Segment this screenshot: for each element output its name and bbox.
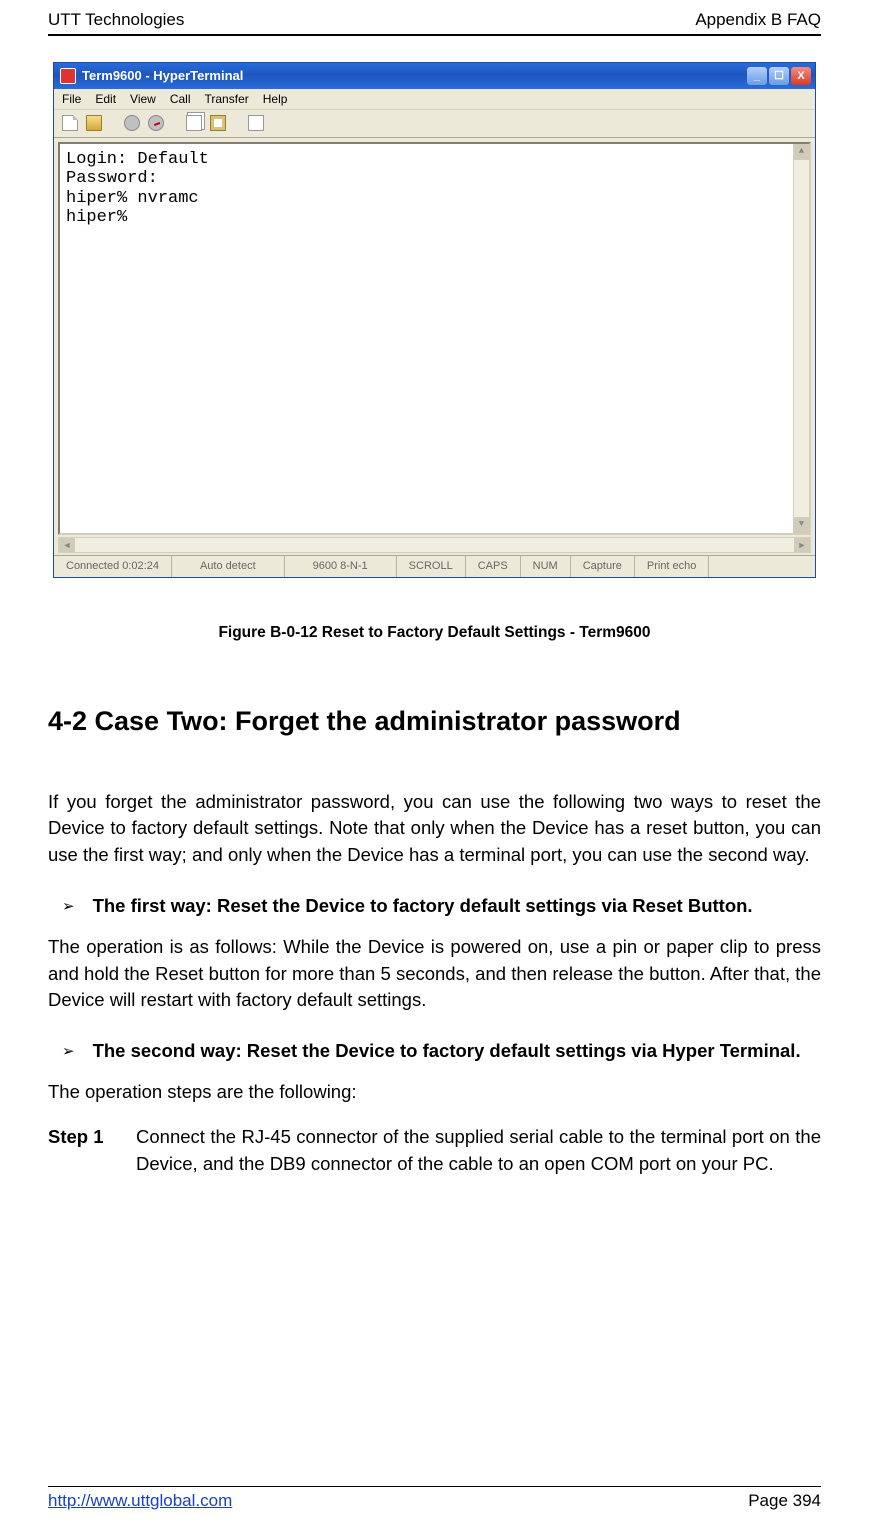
app-icon [60, 68, 76, 84]
menubar: File Edit View Call Transfer Help [54, 89, 815, 110]
menu-file[interactable]: File [62, 92, 81, 106]
scroll-left-icon[interactable]: ◄ [59, 538, 75, 552]
way2-bullet: ➢ The second way: Reset the Device to fa… [48, 1038, 821, 1065]
disconnect-icon[interactable] [148, 115, 164, 131]
maximize-button[interactable]: ☐ [769, 67, 789, 85]
way1-body: The operation is as follows: While the D… [48, 934, 821, 1014]
scroll-down-icon[interactable]: ▼ [794, 517, 809, 533]
page-footer: http://www.uttglobal.com Page 394 [48, 1491, 821, 1511]
menu-help[interactable]: Help [263, 92, 288, 106]
status-autodetect: Auto detect [172, 556, 285, 577]
open-icon[interactable] [86, 115, 102, 131]
horizontal-scrollbar[interactable]: ◄ ► [58, 537, 811, 553]
vertical-scrollbar[interactable]: ▲▼ [793, 144, 809, 533]
page-header: UTT Technologies Appendix B FAQ [48, 0, 821, 34]
header-left: UTT Technologies [48, 10, 184, 30]
hyperterminal-window: Term9600 - HyperTerminal _ ☐ X File Edit… [53, 62, 816, 578]
new-icon[interactable] [62, 115, 78, 131]
menu-view[interactable]: View [130, 92, 156, 106]
intro-paragraph: If you forget the administrator password… [48, 789, 821, 869]
status-printecho: Print echo [635, 556, 710, 577]
step1: Step 1 Connect the RJ-45 connector of th… [48, 1124, 821, 1178]
footer-page: Page 394 [748, 1491, 821, 1511]
figure-caption: Figure B-0-12 Reset to Factory Default S… [48, 624, 821, 642]
header-right: Appendix B FAQ [695, 10, 821, 30]
way2-title: The second way: Reset the Device to fact… [93, 1038, 821, 1065]
status-connected: Connected 0:02:24 [54, 556, 172, 577]
menu-edit[interactable]: Edit [95, 92, 116, 106]
window-titlebar: Term9600 - HyperTerminal _ ☐ X [54, 63, 815, 89]
way1-title: The first way: Reset the Device to facto… [93, 893, 821, 920]
receive-icon[interactable] [210, 115, 226, 131]
window-controls: _ ☐ X [747, 67, 815, 85]
scroll-right-icon[interactable]: ► [794, 538, 810, 552]
footer-rule [48, 1486, 821, 1488]
call-icon[interactable] [124, 115, 140, 131]
terminal-text: Login: Default Password: hiper% nvramc h… [66, 150, 209, 228]
footer-url[interactable]: http://www.uttglobal.com [48, 1491, 232, 1511]
way2-lead: The operation steps are the following: [48, 1079, 821, 1106]
scroll-up-icon[interactable]: ▲ [794, 144, 809, 160]
step1-body: Connect the RJ-45 connector of the suppl… [136, 1124, 821, 1178]
status-params: 9600 8-N-1 [285, 556, 397, 577]
send-icon[interactable] [186, 115, 202, 131]
toolbar [54, 110, 815, 138]
terminal-output: Login: Default Password: hiper% nvramc h… [58, 142, 811, 535]
section-heading: 4-2 Case Two: Forget the administrator p… [48, 706, 821, 737]
menu-transfer[interactable]: Transfer [205, 92, 249, 106]
close-button[interactable]: X [791, 67, 811, 85]
bullet-icon: ➢ [62, 893, 75, 920]
minimize-button[interactable]: _ [747, 67, 767, 85]
status-num: NUM [521, 556, 571, 577]
statusbar: Connected 0:02:24 Auto detect 9600 8-N-1… [54, 555, 815, 577]
window-title: Term9600 - HyperTerminal [82, 68, 243, 83]
properties-icon[interactable] [248, 115, 264, 131]
menu-call[interactable]: Call [170, 92, 191, 106]
status-capture: Capture [571, 556, 635, 577]
way1-bullet: ➢ The first way: Reset the Device to fac… [48, 893, 821, 920]
step1-label: Step 1 [48, 1124, 118, 1178]
bullet-icon: ➢ [62, 1038, 75, 1065]
header-rule [48, 34, 821, 36]
status-scroll: SCROLL [397, 556, 466, 577]
status-caps: CAPS [466, 556, 521, 577]
